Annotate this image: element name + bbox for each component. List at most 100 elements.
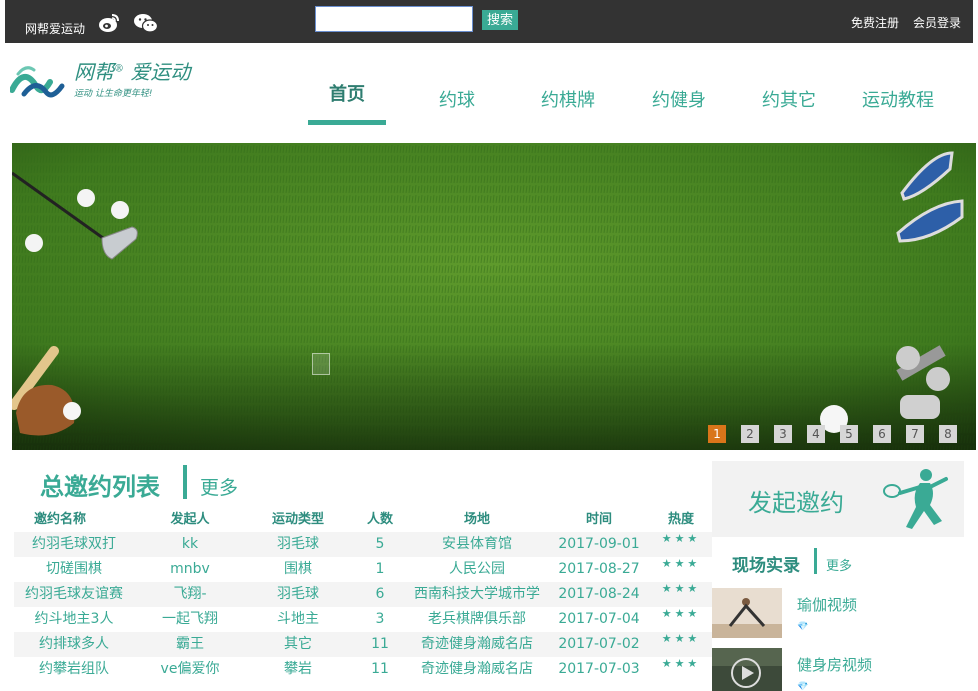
- slide-dot-4[interactable]: 4: [807, 425, 825, 443]
- invite-table: 邀约名称 发起人 运动类型 人数 场地 时间 热度 约羽毛球双打 kk 羽毛球 5 安县…: [14, 507, 712, 682]
- cell-sport-type: 围棋: [284, 561, 312, 577]
- cell-sport-type: 羽毛球: [277, 536, 319, 552]
- cell-venue: 安县体育馆: [442, 536, 512, 552]
- login-link[interactable]: 会员登录: [913, 14, 961, 31]
- nav-chess[interactable]: 约棋牌: [529, 76, 607, 131]
- cell-count: 11: [371, 636, 389, 652]
- banner-carousel[interactable]: 1 2 3 4 5 6 7 8: [12, 143, 976, 450]
- registered-mark: ®: [114, 63, 124, 75]
- start-invite-label: 发起邀约: [748, 489, 844, 517]
- cell-sport-type: 羽毛球: [277, 586, 319, 602]
- cell-initiator: 霸王: [176, 636, 204, 652]
- gem-icon: 💎: [797, 682, 809, 691]
- cell-invite-name[interactable]: 约羽毛球友谊赛: [14, 582, 134, 607]
- nav-ball[interactable]: 约球: [422, 76, 492, 131]
- invite-list-title: 总邀约列表: [40, 473, 160, 501]
- nav-other[interactable]: 约其它: [750, 76, 828, 131]
- cell-venue: 老兵棋牌俱乐部: [428, 611, 526, 627]
- title-divider: [183, 465, 187, 499]
- cell-venue: 奇迹健身瀚威名店: [421, 636, 533, 652]
- cell-heat: ★★★: [661, 582, 701, 595]
- cell-sport-type: 攀岩: [284, 661, 312, 677]
- cell-invite-name[interactable]: 约斗地主3人: [14, 607, 134, 632]
- cell-invite-name[interactable]: 切磋围棋: [14, 557, 134, 582]
- cell-count: 6: [375, 586, 385, 602]
- cell-time: 2017-08-27: [558, 561, 640, 577]
- cell-invite-name[interactable]: 约攀岩组队: [14, 657, 134, 682]
- video-title[interactable]: 健身房视频: [797, 654, 872, 675]
- live-record-more-link[interactable]: 更多: [826, 555, 852, 574]
- cell-time: 2017-07-02: [558, 636, 640, 652]
- cell-time: 2017-07-03: [558, 661, 640, 677]
- cell-count: 11: [371, 661, 389, 677]
- cell-count: 1: [375, 561, 385, 577]
- live-record-title: 现场实录: [732, 556, 800, 576]
- cell-heat: ★★★: [661, 557, 701, 570]
- col-venue: 场地: [463, 512, 490, 527]
- slide-dot-6[interactable]: 6: [873, 425, 891, 443]
- invite-list-more-link[interactable]: 更多: [200, 473, 238, 500]
- cell-venue: 西南科技大学城市学: [414, 586, 540, 602]
- cell-time: 2017-09-01: [558, 536, 640, 552]
- col-count: 人数: [366, 512, 393, 527]
- cell-sport-type: 其它: [284, 636, 312, 652]
- table-row[interactable]: 约羽毛球友谊赛 飞翔- 羽毛球 6 西南科技大学城市学 2017-08-24 ★★★: [14, 582, 712, 607]
- cell-time: 2017-07-04: [558, 611, 640, 627]
- tennis-player-icon: [883, 469, 948, 529]
- table-row[interactable]: 约斗地主3人 一起飞翔 斗地主 3 老兵棋牌俱乐部 2017-07-04 ★★★: [14, 607, 712, 632]
- cell-count: 3: [375, 611, 385, 627]
- search-button[interactable]: 搜索: [482, 10, 518, 30]
- video-title[interactable]: 瑜伽视频: [797, 594, 857, 615]
- col-initiator: 发起人: [170, 512, 210, 527]
- wechat-icon[interactable]: [133, 12, 159, 34]
- cell-sport-type: 斗地主: [277, 611, 319, 627]
- cell-heat: ★★★: [661, 657, 701, 670]
- banner-prev-arrow[interactable]: [312, 353, 330, 375]
- video-item[interactable]: 健身房视频 💎: [712, 648, 974, 691]
- cell-initiator: ve偏爱你: [160, 661, 220, 677]
- col-time: 时间: [585, 512, 612, 527]
- main-nav: 首页 约球 约棋牌 约健身 约其它 运动教程: [305, 70, 945, 125]
- slide-indicators: 1 2 3 4 5 6 7 8: [708, 425, 958, 443]
- start-invite-button[interactable]: 发起邀约: [712, 461, 964, 537]
- site-logo[interactable]: 网帮® 爱运动 运动 让生命更年轻!: [10, 56, 220, 104]
- nav-tutorial[interactable]: 运动教程: [853, 76, 943, 131]
- banner-image: [12, 143, 976, 450]
- slide-dot-3[interactable]: 3: [774, 425, 792, 443]
- gem-icon: 💎: [797, 622, 809, 632]
- logo-title: 网帮® 爱运动: [74, 56, 190, 85]
- search-input[interactable]: [315, 6, 473, 32]
- slide-dot-8[interactable]: 8: [939, 425, 957, 443]
- cell-initiator: kk: [181, 536, 199, 552]
- slide-dot-2[interactable]: 2: [741, 425, 759, 443]
- cell-invite-name[interactable]: 约羽毛球双打: [14, 532, 134, 557]
- table-row[interactable]: 约攀岩组队 ve偏爱你 攀岩 11 奇迹健身瀚威名店 2017-07-03 ★★★: [14, 657, 712, 682]
- video-item[interactable]: 瑜伽视频 💎: [712, 588, 974, 638]
- table-row[interactable]: 约羽毛球双打 kk 羽毛球 5 安县体育馆 2017-09-01 ★★★: [14, 532, 712, 557]
- register-link[interactable]: 免费注册: [851, 14, 899, 31]
- slide-dot-5[interactable]: 5: [840, 425, 858, 443]
- weibo-icon[interactable]: [97, 12, 121, 34]
- cell-initiator: 飞翔-: [173, 586, 207, 602]
- table-row[interactable]: 约排球多人 霸王 其它 11 奇迹健身瀚威名店 2017-07-02 ★★★: [14, 632, 712, 657]
- logo-title-main: 网帮: [74, 60, 114, 84]
- site-name[interactable]: 网帮爱运动: [25, 20, 85, 37]
- slide-dot-7[interactable]: 7: [906, 425, 924, 443]
- slide-dot-1[interactable]: 1: [708, 425, 726, 443]
- col-invite-name: 邀约名称: [33, 512, 86, 527]
- cell-heat: ★★★: [661, 532, 701, 545]
- cell-count: 5: [375, 536, 385, 552]
- cell-initiator: mnbv: [170, 561, 210, 577]
- live-divider: [814, 548, 817, 574]
- nav-fitness[interactable]: 约健身: [640, 76, 718, 131]
- cell-initiator: 一起飞翔: [162, 611, 218, 627]
- video-thumbnail[interactable]: [712, 588, 782, 638]
- cell-invite-name[interactable]: 约排球多人: [14, 632, 134, 657]
- table-row[interactable]: 切磋围棋 mnbv 围棋 1 人民公园 2017-08-27 ★★★: [14, 557, 712, 582]
- col-sport-type: 运动类型: [271, 512, 324, 527]
- video-thumbnail[interactable]: [712, 648, 782, 691]
- cell-heat: ★★★: [661, 607, 701, 620]
- logo-slogan: 运动 让生命更年轻!: [74, 89, 153, 99]
- nav-home[interactable]: 首页: [308, 70, 386, 125]
- logo-wave-icon: [10, 66, 65, 98]
